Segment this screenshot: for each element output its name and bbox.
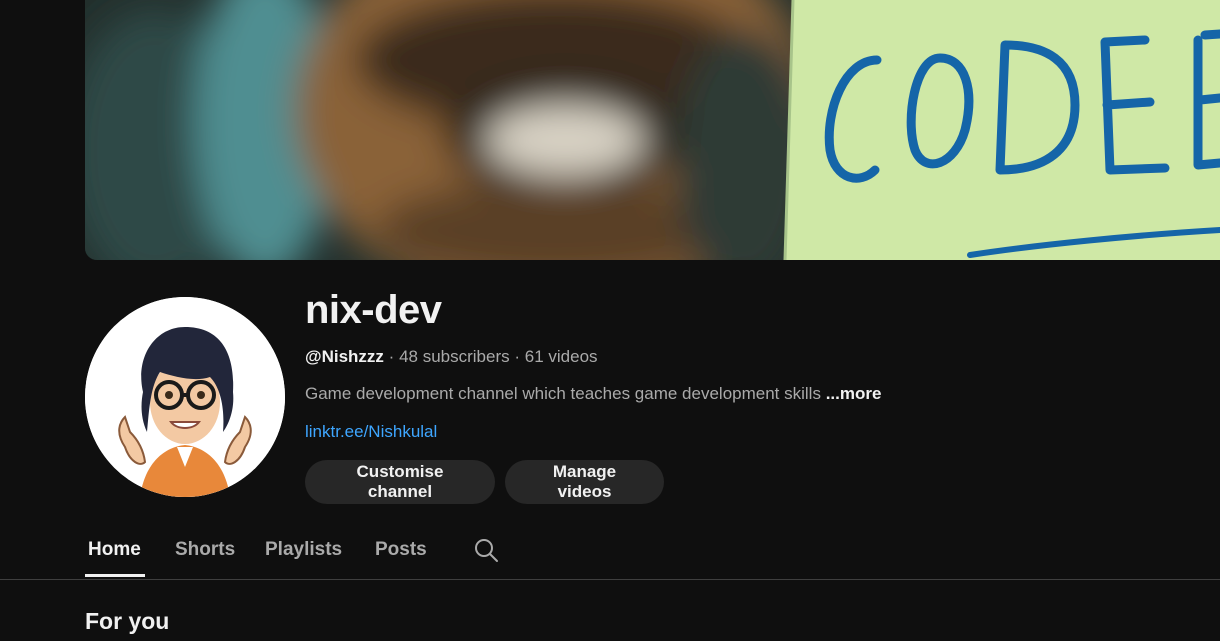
channel-avatar[interactable] (85, 297, 285, 497)
active-tab-indicator (85, 574, 145, 577)
tab-shorts[interactable]: Shorts (175, 530, 235, 578)
tab-home[interactable]: Home (88, 530, 141, 578)
more-link[interactable]: ...more (826, 384, 882, 403)
avatar-illustration (85, 297, 285, 497)
channel-meta: @Nishzzz · 48 subscribers · 61 videos (305, 347, 598, 367)
section-title-for-you: For you (85, 608, 170, 634)
customise-channel-button[interactable]: Customise channel (305, 460, 495, 504)
description-text: Game development channel which teaches g… (305, 384, 821, 403)
banner-image (85, 0, 1220, 260)
video-count: 61 videos (524, 347, 598, 366)
tab-playlists[interactable]: Playlists (265, 530, 342, 578)
tabs-divider (0, 579, 1220, 580)
meta-separator: · (514, 347, 521, 366)
channel-description: Game development channel which teaches g… (305, 384, 881, 404)
channel-handle: @Nishzzz (305, 347, 384, 366)
channel-name: nix-dev (305, 288, 442, 332)
search-icon[interactable] (473, 537, 499, 563)
channel-link[interactable]: linktr.ee/Nishkulal (305, 422, 437, 442)
subscriber-count: 48 subscribers (399, 347, 510, 366)
manage-videos-button[interactable]: Manage videos (505, 460, 664, 504)
meta-separator: · (388, 347, 395, 366)
tab-posts[interactable]: Posts (375, 530, 427, 578)
channel-banner (85, 0, 1220, 260)
